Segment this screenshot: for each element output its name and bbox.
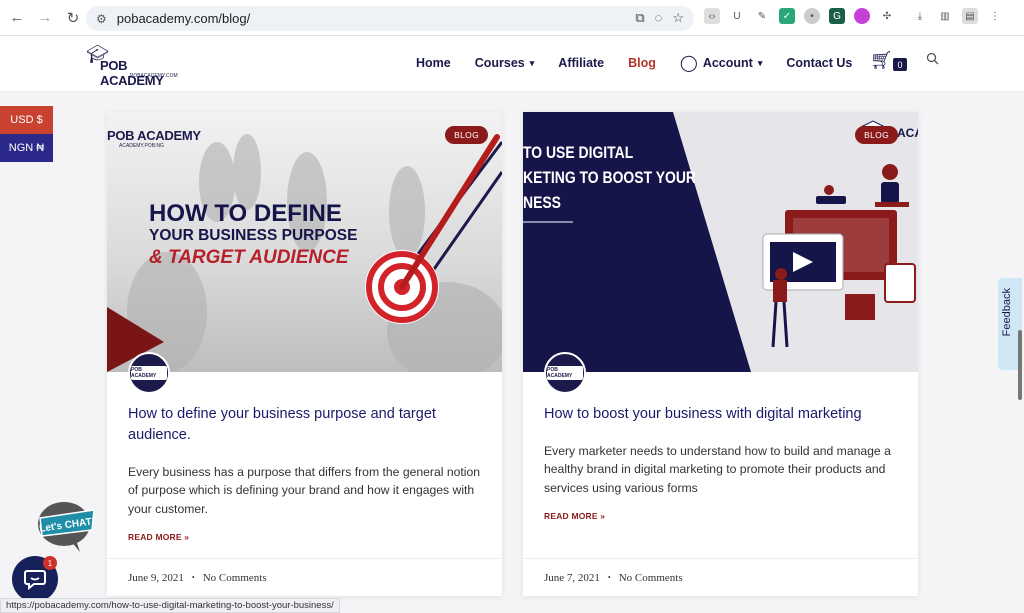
site-header: 🎓︎ POB ACADEMY POBACADEMY.COM Home Cours… [0,36,1024,92]
page-scrollbar[interactable] [1018,330,1022,400]
nav-account-label: Account [702,56,753,70]
user-icon: ◯ [679,55,698,72]
nav-contact-label: Contact Us [786,56,853,70]
extension-u-icon[interactable]: U [729,8,745,24]
currency-usd-button[interactable]: USD $ [0,106,53,134]
nav-blog[interactable]: Blog [628,56,656,70]
nav-contact[interactable]: Contact Us [786,56,852,70]
site-logo[interactable]: 🎓︎ POB ACADEMY POBACADEMY.COM [86,44,186,88]
feedback-label: Feedback [1001,288,1013,337]
extension-code-icon[interactable]: ‹› [704,8,720,24]
post-comments: No Comments [618,571,683,584]
meta-separator: • [607,573,611,582]
nav-home[interactable]: Home [416,56,451,70]
nav-courses-label: Courses [474,56,525,70]
main-nav: Home Courses ▾ Affiliate Blog ◯ Account ▾ C… [416,36,876,90]
post-meta: June 7, 2021 • No Comments [523,558,918,596]
extension-gray-icon[interactable]: • [804,8,820,24]
thumb-line1: TO USE DIGITAL [523,143,634,162]
bookmark-star-icon[interactable]: ☆ [672,10,684,26]
post-title[interactable]: How to define your business purpose and … [128,404,478,446]
download-icon[interactable]: ⤓ [912,8,928,24]
blog-post-card: POB ACADEMY ACADEMY.POB.NG HOW TO DEFINE… [107,112,502,596]
read-more-link[interactable]: READ MORE » [128,532,189,542]
nav-account[interactable]: ◯ Account ▾ [680,53,762,73]
extension-green-icon[interactable]: ✓ [779,8,795,24]
post-thumbnail[interactable]: TO USE DIGITAL KETING TO BOOST YOUR NESS… [523,112,918,372]
nav-blog-label: Blog [628,56,656,70]
thumb-line2: KETING TO BOOST YOUR [523,168,696,187]
extensions-puzzle-icon[interactable]: ✣ [879,8,895,24]
extension-color-icon[interactable] [854,8,870,24]
post-date: June 7, 2021 [544,571,600,584]
back-icon[interactable]: ← [4,5,30,31]
blog-post-card: TO USE DIGITAL KETING TO BOOST YOUR NESS… [523,112,918,596]
menu-dots-icon[interactable]: ⋮ [987,8,1003,24]
nav-courses[interactable]: Courses ▾ [475,56,535,70]
chat-notification-badge: 1 [43,556,57,570]
thumb-line3: NESS [523,193,561,212]
profile-icon[interactable]: ▤ [962,8,978,24]
extension-pen-icon[interactable]: ✎ [754,8,770,24]
post-thumbnail[interactable]: POB ACADEMY ACADEMY.POB.NG HOW TO DEFINE… [107,112,502,372]
thumb-line1: HOW TO DEFINE [149,200,342,227]
browser-toolbar: ← → ↻ ⚙ pobacademy.com/blog/ ⧉ ◌ ☆ ‹› U … [0,0,1024,36]
post-comments: No Comments [202,571,267,584]
extension-grammar-icon[interactable]: G [829,8,845,24]
cart-count-badge: 0 [893,58,907,71]
thumb-line2: YOUR BUSINESS PURPOSE [149,227,358,244]
author-avatar[interactable]: POB ACADEMY [544,352,586,394]
search-icon[interactable] [926,52,939,65]
cast-icon[interactable]: ⧉ [635,10,644,26]
reload-icon[interactable]: ↻ [60,5,86,31]
address-url: pobacademy.com/blog/ [116,11,251,26]
status-bar-url: https://pobacademy.com/how-to-use-digita… [0,598,340,613]
cart-icon[interactable]: 🛒︎ [870,50,893,71]
avatar-label: POB ACADEMY [547,366,583,380]
eye-off-icon[interactable]: ◌ [655,10,663,26]
post-excerpt: Every business has a purpose that differ… [128,465,481,516]
post-meta: June 9, 2021 • No Comments [107,558,502,596]
avatar-label: POB ACADEMY [131,366,167,380]
forward-icon[interactable]: → [32,5,58,31]
category-badge[interactable]: BLOG [445,126,488,144]
thumb-brand-sub: ACADEMY.POB.NG [119,143,164,149]
thumb-brand: ACA [897,126,918,140]
author-avatar[interactable]: POB ACADEMY [128,352,170,394]
currency-ngn-button[interactable]: NGN ₦ [0,134,53,162]
thumb-brand: POB ACADEMY [107,128,201,143]
post-excerpt: Every marketer needs to understand how t… [544,444,891,495]
post-title[interactable]: How to boost your business with digital … [544,404,894,425]
chat-bubble-icon [24,570,46,591]
logo-sub: POBACADEMY.COM [130,73,178,79]
nav-affiliate[interactable]: Affiliate [558,56,604,70]
address-bar[interactable]: ⚙ pobacademy.com/blog/ ⧉ ◌ ☆ [86,6,694,31]
nav-home-label: Home [416,56,451,70]
category-badge[interactable]: BLOG [855,126,898,144]
post-date: June 9, 2021 [128,571,184,584]
side-panel-icon[interactable]: ▥ [937,8,953,24]
meta-separator: • [191,573,195,582]
nav-affiliate-label: Affiliate [558,56,605,70]
thumb-line3: & TARGET AUDIENCE [149,247,349,268]
chevron-down-icon: ▾ [757,57,763,68]
read-more-link[interactable]: READ MORE » [544,511,605,521]
site-info-icon[interactable]: ⚙ [96,12,107,26]
chat-badge[interactable]: Let's CHAT! [34,500,96,552]
chevron-down-icon: ▾ [529,57,535,68]
